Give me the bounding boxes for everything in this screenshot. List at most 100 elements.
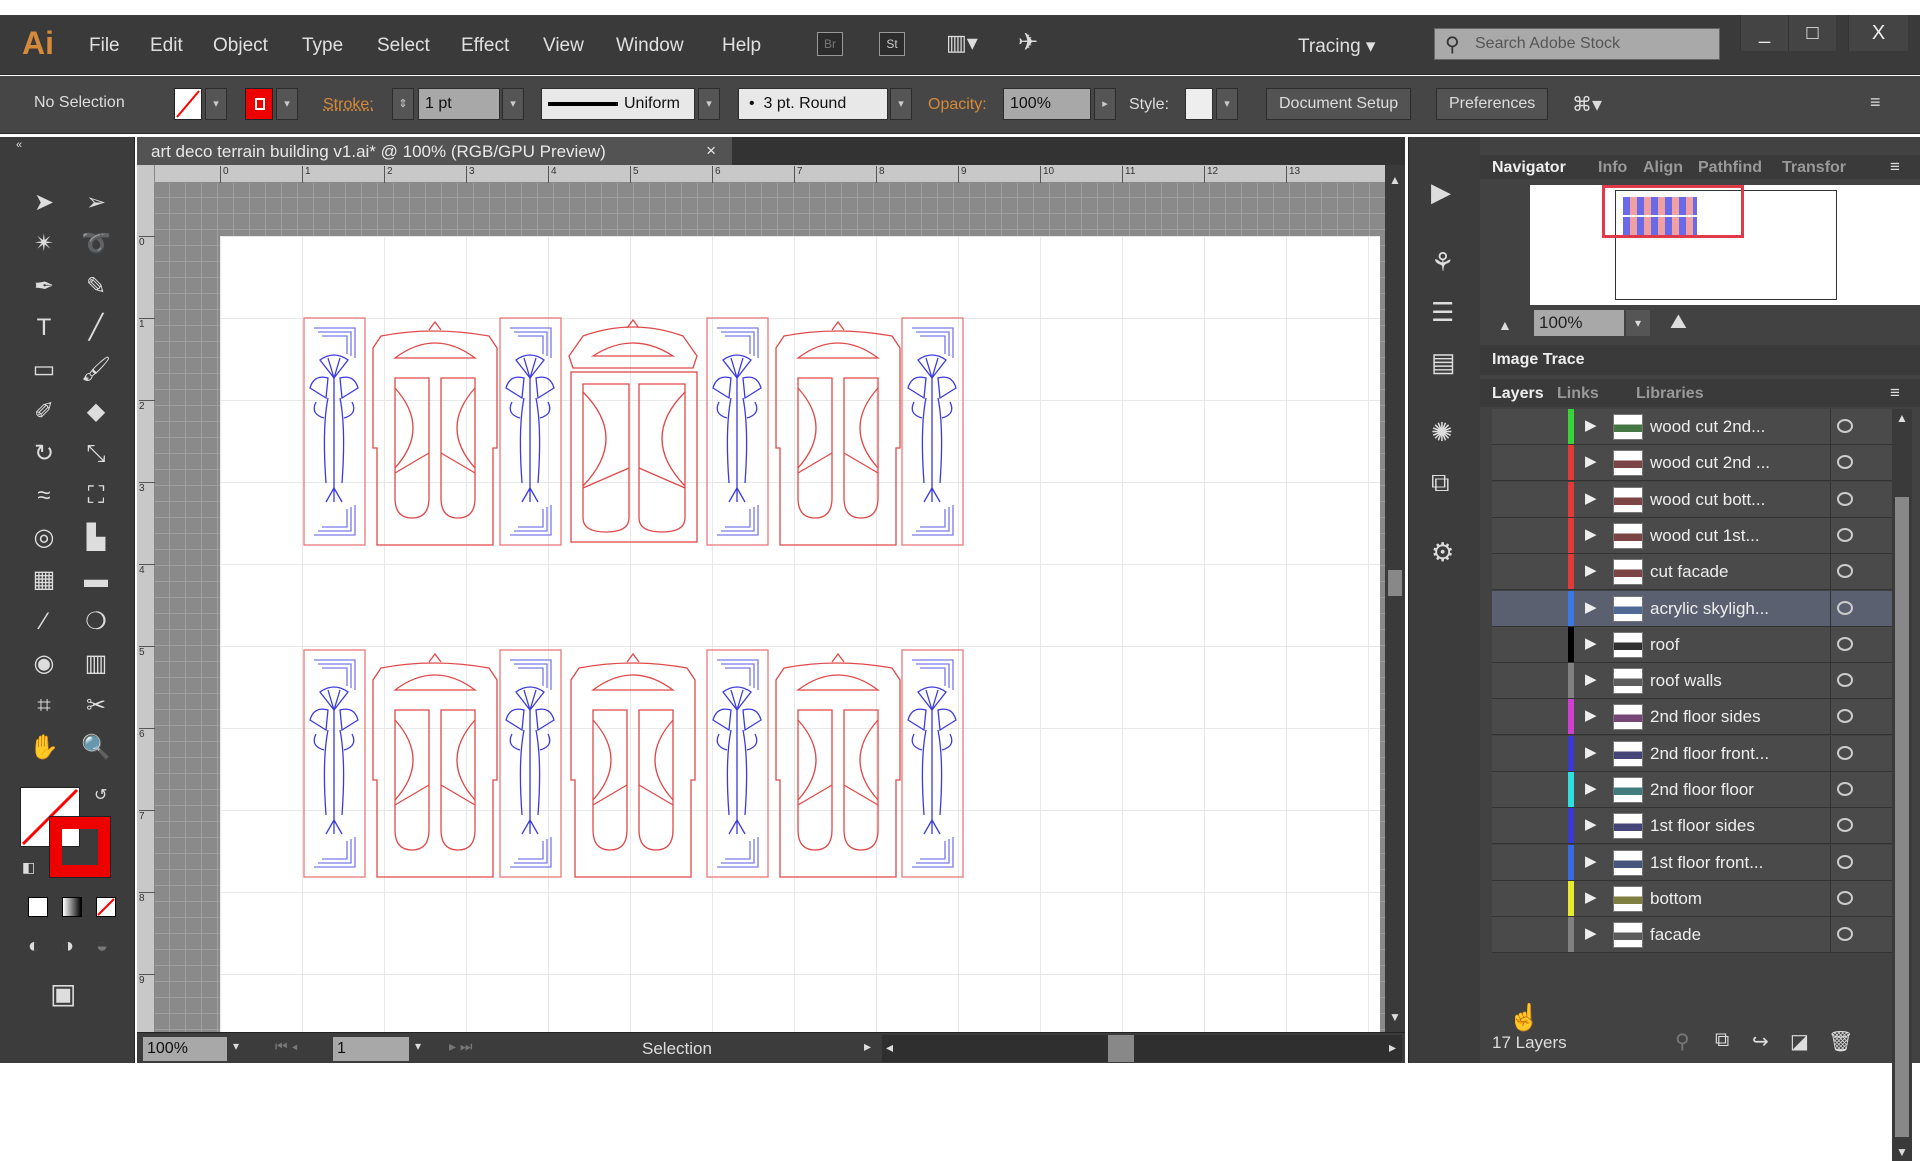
layer-name[interactable]: cut facade — [1650, 562, 1728, 582]
fill-swatch[interactable] — [174, 88, 202, 120]
layer-row[interactable]: ▶ acrylic skyligh... — [1492, 590, 1892, 627]
panel-menu-icon[interactable]: ≡ — [1870, 92, 1881, 113]
type-tool-icon[interactable]: T — [24, 309, 64, 347]
tab-libraries[interactable]: Libraries — [1636, 385, 1704, 403]
expand-arrow-icon[interactable]: ▶ — [1585, 634, 1597, 652]
scroll-right-icon[interactable]: ▸ — [1389, 1039, 1396, 1056]
layer-name[interactable]: roof — [1650, 635, 1679, 655]
layer-row[interactable]: ▶ bottom — [1492, 880, 1892, 917]
layer-row[interactable]: ▶ roof — [1492, 626, 1892, 663]
direct-selection-tool-icon[interactable]: ➢ — [76, 184, 116, 222]
layer-name[interactable]: wood cut bott... — [1650, 490, 1765, 510]
expand-arrow-icon[interactable]: ▶ — [1585, 452, 1597, 470]
layers-scrollbar[interactable]: ▲ ▼ — [1892, 409, 1912, 1161]
paintbrush-tool-icon[interactable]: 🖌 — [76, 351, 116, 389]
expand-arrow-icon[interactable]: ▶ — [1585, 561, 1597, 579]
clipping-mask-icon[interactable]: ⧉ — [1715, 1029, 1729, 1052]
shape-builder-tool-icon[interactable]: ◎ — [24, 519, 64, 557]
document-tab[interactable]: art deco terrain building v1.ai* @ 100% … — [137, 137, 732, 165]
gpu-performance-icon[interactable]: ✈ — [1018, 28, 1038, 57]
swap-colors-icon[interactable]: ↺ — [94, 785, 107, 805]
status-menu-icon[interactable]: ▸ — [864, 1038, 871, 1055]
hand-tool-icon[interactable]: ✋ — [24, 729, 64, 767]
horizontal-scrollbar[interactable]: ◂ ▸ — [882, 1035, 1402, 1062]
layer-target-icon[interactable] — [1837, 818, 1853, 833]
pen-tool-icon[interactable]: ✒ — [24, 268, 64, 306]
tab-info[interactable]: Info — [1598, 159, 1627, 177]
draw-behind-icon[interactable]: ◑ — [62, 935, 74, 958]
preferences-button[interactable]: Preferences — [1436, 88, 1549, 120]
zoom-dropdown[interactable]: ▾ — [233, 1039, 239, 1053]
screen-mode-icon[interactable]: ▣ — [50, 977, 76, 1010]
menu-help[interactable]: Help — [722, 35, 761, 57]
appearance-icon[interactable]: ✺ — [1431, 417, 1453, 448]
layer-name[interactable]: roof walls — [1650, 671, 1722, 691]
stroke-swatch[interactable] — [245, 88, 273, 120]
minimize-button[interactable]: _ — [1740, 15, 1788, 51]
layer-row[interactable]: ▶ 1st floor front... — [1492, 844, 1892, 881]
zoom-out-icon[interactable]: ▲ — [1498, 317, 1512, 333]
transparency-icon[interactable]: ⧉ — [1431, 467, 1450, 499]
layer-row[interactable]: ▶ cut facade — [1492, 554, 1892, 591]
layer-row[interactable]: ▶ wood cut bott... — [1492, 481, 1892, 518]
style-swatch[interactable] — [1185, 88, 1213, 120]
image-trace-title[interactable]: Image Trace — [1492, 351, 1585, 369]
navigator-menu-icon[interactable]: ≡ — [1890, 157, 1900, 177]
layer-name[interactable]: 1st floor front... — [1650, 853, 1763, 873]
tab-align[interactable]: Align — [1643, 159, 1683, 177]
layer-row[interactable]: ▶ 2nd floor floor — [1492, 772, 1892, 808]
tab-navigator[interactable]: Navigator — [1492, 159, 1566, 177]
vertical-scrollbar[interactable]: ▲ ▼ — [1385, 165, 1405, 1032]
menu-select[interactable]: Select — [377, 35, 430, 57]
opacity-input[interactable]: 100% — [1003, 88, 1091, 120]
draw-inside-icon[interactable]: ◒ — [96, 935, 108, 958]
stroke-panel-icon[interactable]: ☰ — [1431, 297, 1454, 328]
column-graph-tool-icon[interactable]: ▥ — [76, 645, 116, 683]
h-scroll-thumb[interactable] — [1108, 1035, 1134, 1062]
expand-arrow-icon[interactable]: ▶ — [1585, 598, 1597, 616]
stroke-label[interactable]: Stroke: — [323, 96, 374, 114]
stock-button[interactable]: St — [879, 32, 905, 56]
workspace-switcher[interactable]: Tracing ▾ — [1298, 35, 1375, 58]
blend-tool-icon[interactable]: ❍ — [76, 603, 116, 641]
menu-file[interactable]: File — [89, 35, 120, 57]
opacity-slider-toggle[interactable]: ▸ — [1094, 88, 1116, 120]
expand-arrow-icon[interactable]: ▶ — [1585, 489, 1597, 507]
slice-tool-icon[interactable]: ✂ — [76, 687, 116, 725]
layer-row[interactable]: ▶ facade — [1492, 917, 1892, 954]
symbols-icon[interactable]: ⚙ — [1431, 537, 1454, 568]
layers-scroll-up-icon[interactable]: ▲ — [1896, 411, 1908, 425]
artboard[interactable] — [220, 236, 1380, 1036]
horizontal-ruler[interactable]: 0 1 2 3 4 5 6 7 8 9 10 11 12 13 — [137, 165, 1385, 183]
layer-target-icon[interactable] — [1837, 564, 1853, 579]
brush-definition[interactable]: • 3 pt. Round — [738, 88, 888, 120]
stroke-weight-input[interactable]: 1 pt — [418, 88, 500, 120]
expand-arrow-icon[interactable]: ▶ — [1585, 888, 1597, 906]
layer-row[interactable]: ▶ 1st floor sides — [1492, 808, 1892, 845]
zoom-input[interactable]: 100% — [143, 1037, 227, 1061]
opacity-label[interactable]: Opacity: — [928, 96, 987, 114]
zoom-in-icon[interactable]: ⛰ — [1670, 311, 1687, 334]
layer-row[interactable]: ▶ 2nd floor sides — [1492, 699, 1892, 736]
gradient-tool-icon[interactable]: ▬ — [76, 561, 116, 599]
expand-arrow-icon[interactable]: ▶ — [1585, 815, 1597, 833]
free-transform-tool-icon[interactable]: ⛶ — [76, 477, 116, 515]
mesh-tool-icon[interactable]: ▦ — [24, 561, 64, 599]
profile-dropdown[interactable]: ▾ — [698, 88, 720, 120]
scroll-left-icon[interactable]: ◂ — [886, 1039, 893, 1056]
layer-name[interactable]: 2nd floor floor — [1650, 780, 1754, 800]
artboard-dropdown[interactable]: ▾ — [415, 1039, 421, 1053]
isolate-icon[interactable]: ⌘▾ — [1572, 92, 1602, 117]
scroll-up-icon[interactable]: ▲ — [1389, 173, 1401, 187]
brushes-icon[interactable]: ⚘ — [1431, 247, 1454, 278]
layer-row[interactable]: ▶ wood cut 2nd ... — [1492, 445, 1892, 482]
scroll-thumb[interactable] — [1388, 570, 1402, 596]
layer-target-icon[interactable] — [1837, 854, 1853, 869]
close-button[interactable]: X — [1848, 15, 1908, 51]
layer-target-icon[interactable] — [1837, 709, 1853, 724]
expand-arrow-icon[interactable]: ▶ — [1585, 743, 1597, 761]
layer-name[interactable]: facade — [1650, 925, 1701, 945]
eraser-tool-icon[interactable]: ◆ — [76, 393, 116, 431]
actions-icon[interactable]: ▶ — [1431, 177, 1451, 208]
layer-name[interactable]: 2nd floor sides — [1650, 707, 1761, 727]
